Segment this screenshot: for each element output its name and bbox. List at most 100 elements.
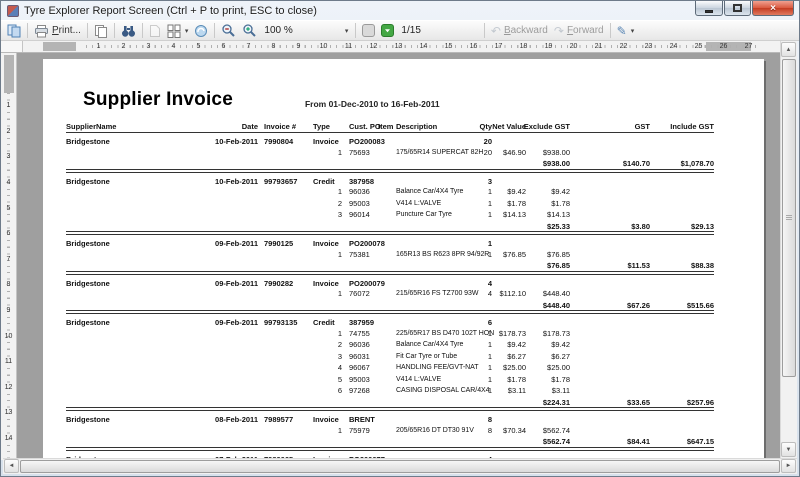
table-cell bbox=[304, 397, 344, 409]
table-cell bbox=[66, 385, 196, 397]
table-cell bbox=[396, 260, 472, 272]
table-cell: 205/65R16 DT DT30 91V bbox=[396, 426, 474, 434]
group-header-row: Bridgestone 09-Feb-2011 99793135 Credit 3879… bbox=[66, 316, 714, 328]
table-cell bbox=[196, 260, 258, 272]
scroll-right-button[interactable]: ► bbox=[781, 459, 796, 473]
binoculars-icon bbox=[121, 24, 136, 38]
table-cell: $515.66 bbox=[686, 300, 714, 310]
forward-button[interactable]: ↷ Forward bbox=[551, 22, 607, 40]
report-group: Bridgestone 08-Feb-2011 7989577 Invoice BREN… bbox=[66, 411, 714, 451]
table-cell bbox=[492, 260, 526, 272]
table-cell bbox=[650, 362, 714, 374]
table-cell bbox=[196, 385, 258, 397]
ruler-mark: 5 bbox=[186, 41, 211, 52]
forward-icon: ↷ bbox=[553, 23, 564, 38]
multi-page-view-button[interactable]: ▾ bbox=[164, 22, 192, 40]
table-cell bbox=[66, 339, 196, 351]
chevron-down-icon: ▾ bbox=[344, 27, 349, 35]
page-setup-button[interactable] bbox=[191, 22, 211, 40]
table-cell: 3 bbox=[337, 210, 342, 219]
horizontal-scrollbar[interactable]: ◄ ► bbox=[3, 458, 797, 474]
table-cell: $562.74 bbox=[542, 437, 570, 446]
table-cell: $1.78 bbox=[551, 198, 570, 208]
print-button[interactable]: Print... bbox=[31, 22, 84, 40]
table-cell: Exclude GST bbox=[523, 122, 570, 131]
table-cell bbox=[492, 397, 526, 409]
table-cell: $76.85 bbox=[503, 249, 526, 259]
ruler-mark: 12 bbox=[1, 374, 16, 401]
ruler-mark: 22 bbox=[611, 41, 636, 52]
copy-button[interactable] bbox=[91, 22, 111, 40]
backward-button[interactable]: ↶ Backward bbox=[488, 22, 551, 40]
title-bar[interactable]: Tyre Explorer Report Screen (Ctrl + P to… bbox=[1, 1, 799, 20]
table-cell: 5 bbox=[337, 374, 342, 384]
table-cell bbox=[258, 425, 304, 437]
scroll-down-button[interactable]: ▼ bbox=[781, 442, 796, 457]
group-header-row: Bridgestone 09-Feb-2011 7990282 Invoice PO20… bbox=[66, 277, 714, 289]
toolbar-separator bbox=[483, 23, 485, 38]
ruler-mark: 4 bbox=[161, 41, 186, 52]
zoom-level-combobox[interactable]: 100 % ▾ bbox=[260, 25, 352, 36]
item-row: 5 95003 V414 L:VALVE 1 $1.78 $1.78 bbox=[66, 374, 714, 386]
table-cell bbox=[570, 351, 650, 363]
table-cell: $448.40 bbox=[542, 300, 570, 310]
table-cell bbox=[196, 300, 258, 312]
minimize-button[interactable] bbox=[695, 1, 723, 16]
item-row: 1 75381 165R13 BS R623 8PR 94/92R 1 $76.85 $7… bbox=[66, 249, 714, 261]
table-cell: $224.31 bbox=[542, 397, 570, 407]
table-cell bbox=[196, 328, 258, 340]
copy-pages-button[interactable] bbox=[4, 22, 24, 40]
previous-page-icon bbox=[362, 24, 376, 37]
zoom-in-button[interactable] bbox=[239, 22, 260, 40]
chevron-down-icon: ▾ bbox=[184, 27, 189, 35]
scroll-left-button[interactable]: ◄ bbox=[4, 459, 19, 473]
table-cell: $938.00 bbox=[542, 159, 570, 168]
ruler-mark: 8 bbox=[261, 41, 286, 52]
table-cell bbox=[344, 300, 396, 312]
previous-page-button[interactable] bbox=[359, 22, 378, 40]
report-title: Supplier Invoice bbox=[83, 89, 233, 110]
table-cell: 75381 bbox=[349, 249, 370, 259]
table-cell: CASING DISPOSAL CAR/4X4 bbox=[396, 387, 490, 394]
table-cell bbox=[258, 260, 304, 272]
table-cell bbox=[570, 385, 650, 397]
zoom-out-button[interactable] bbox=[218, 22, 239, 40]
table-cell: 96014 bbox=[349, 210, 370, 219]
column-header-item: Item bbox=[378, 122, 394, 131]
horizontal-scrollbar-thumb[interactable] bbox=[20, 460, 780, 473]
ruler-mark: 14 bbox=[1, 425, 16, 452]
report-table: SupplierName Date Invoice # Type Cust. PO Des… bbox=[66, 120, 714, 460]
toolbar: Print... ▾ 100 % ▾ 1/15 ↶ Backward ↷ For… bbox=[1, 20, 799, 41]
scroll-up-button[interactable]: ▲ bbox=[781, 42, 796, 57]
ruler-mark: 10 bbox=[311, 41, 336, 52]
group-totals-row: $448.40 $67.26 $515.66 bbox=[66, 300, 714, 312]
table-cell bbox=[196, 397, 258, 409]
table-cell bbox=[344, 158, 396, 170]
ruler-mark: 12 bbox=[361, 41, 386, 52]
next-page-button[interactable] bbox=[378, 22, 397, 40]
find-button[interactable] bbox=[118, 22, 139, 40]
page-canvas[interactable]: Supplier Invoice From 01-Dec-2010 to 16-… bbox=[17, 53, 780, 460]
page-setup-icon bbox=[194, 24, 208, 38]
table-cell bbox=[258, 339, 304, 351]
table-cell: Net Value bbox=[492, 122, 526, 131]
chevron-down-icon: ▾ bbox=[630, 27, 635, 35]
vertical-scrollbar[interactable]: ▲ ▼ bbox=[780, 41, 797, 458]
table-cell bbox=[396, 436, 472, 448]
table-cell bbox=[570, 425, 650, 437]
table-cell bbox=[472, 300, 492, 312]
table-cell bbox=[258, 221, 304, 233]
table-cell: V414 L:VALVE bbox=[396, 199, 442, 207]
left-margin-block bbox=[43, 42, 76, 51]
table-cell: 1 bbox=[337, 328, 342, 338]
table-cell bbox=[66, 300, 196, 312]
maximize-button[interactable] bbox=[724, 1, 751, 16]
single-page-view-button[interactable] bbox=[146, 22, 164, 40]
table-cell: 96036 bbox=[349, 187, 370, 196]
vertical-scrollbar-thumb[interactable] bbox=[782, 59, 796, 377]
window-controls: × bbox=[694, 1, 794, 16]
ruler-mark: 19 bbox=[536, 41, 561, 52]
table-cell: $448.40 bbox=[542, 289, 570, 298]
annotate-button[interactable]: ✎ ▾ bbox=[614, 22, 638, 40]
close-button[interactable]: × bbox=[752, 1, 794, 16]
